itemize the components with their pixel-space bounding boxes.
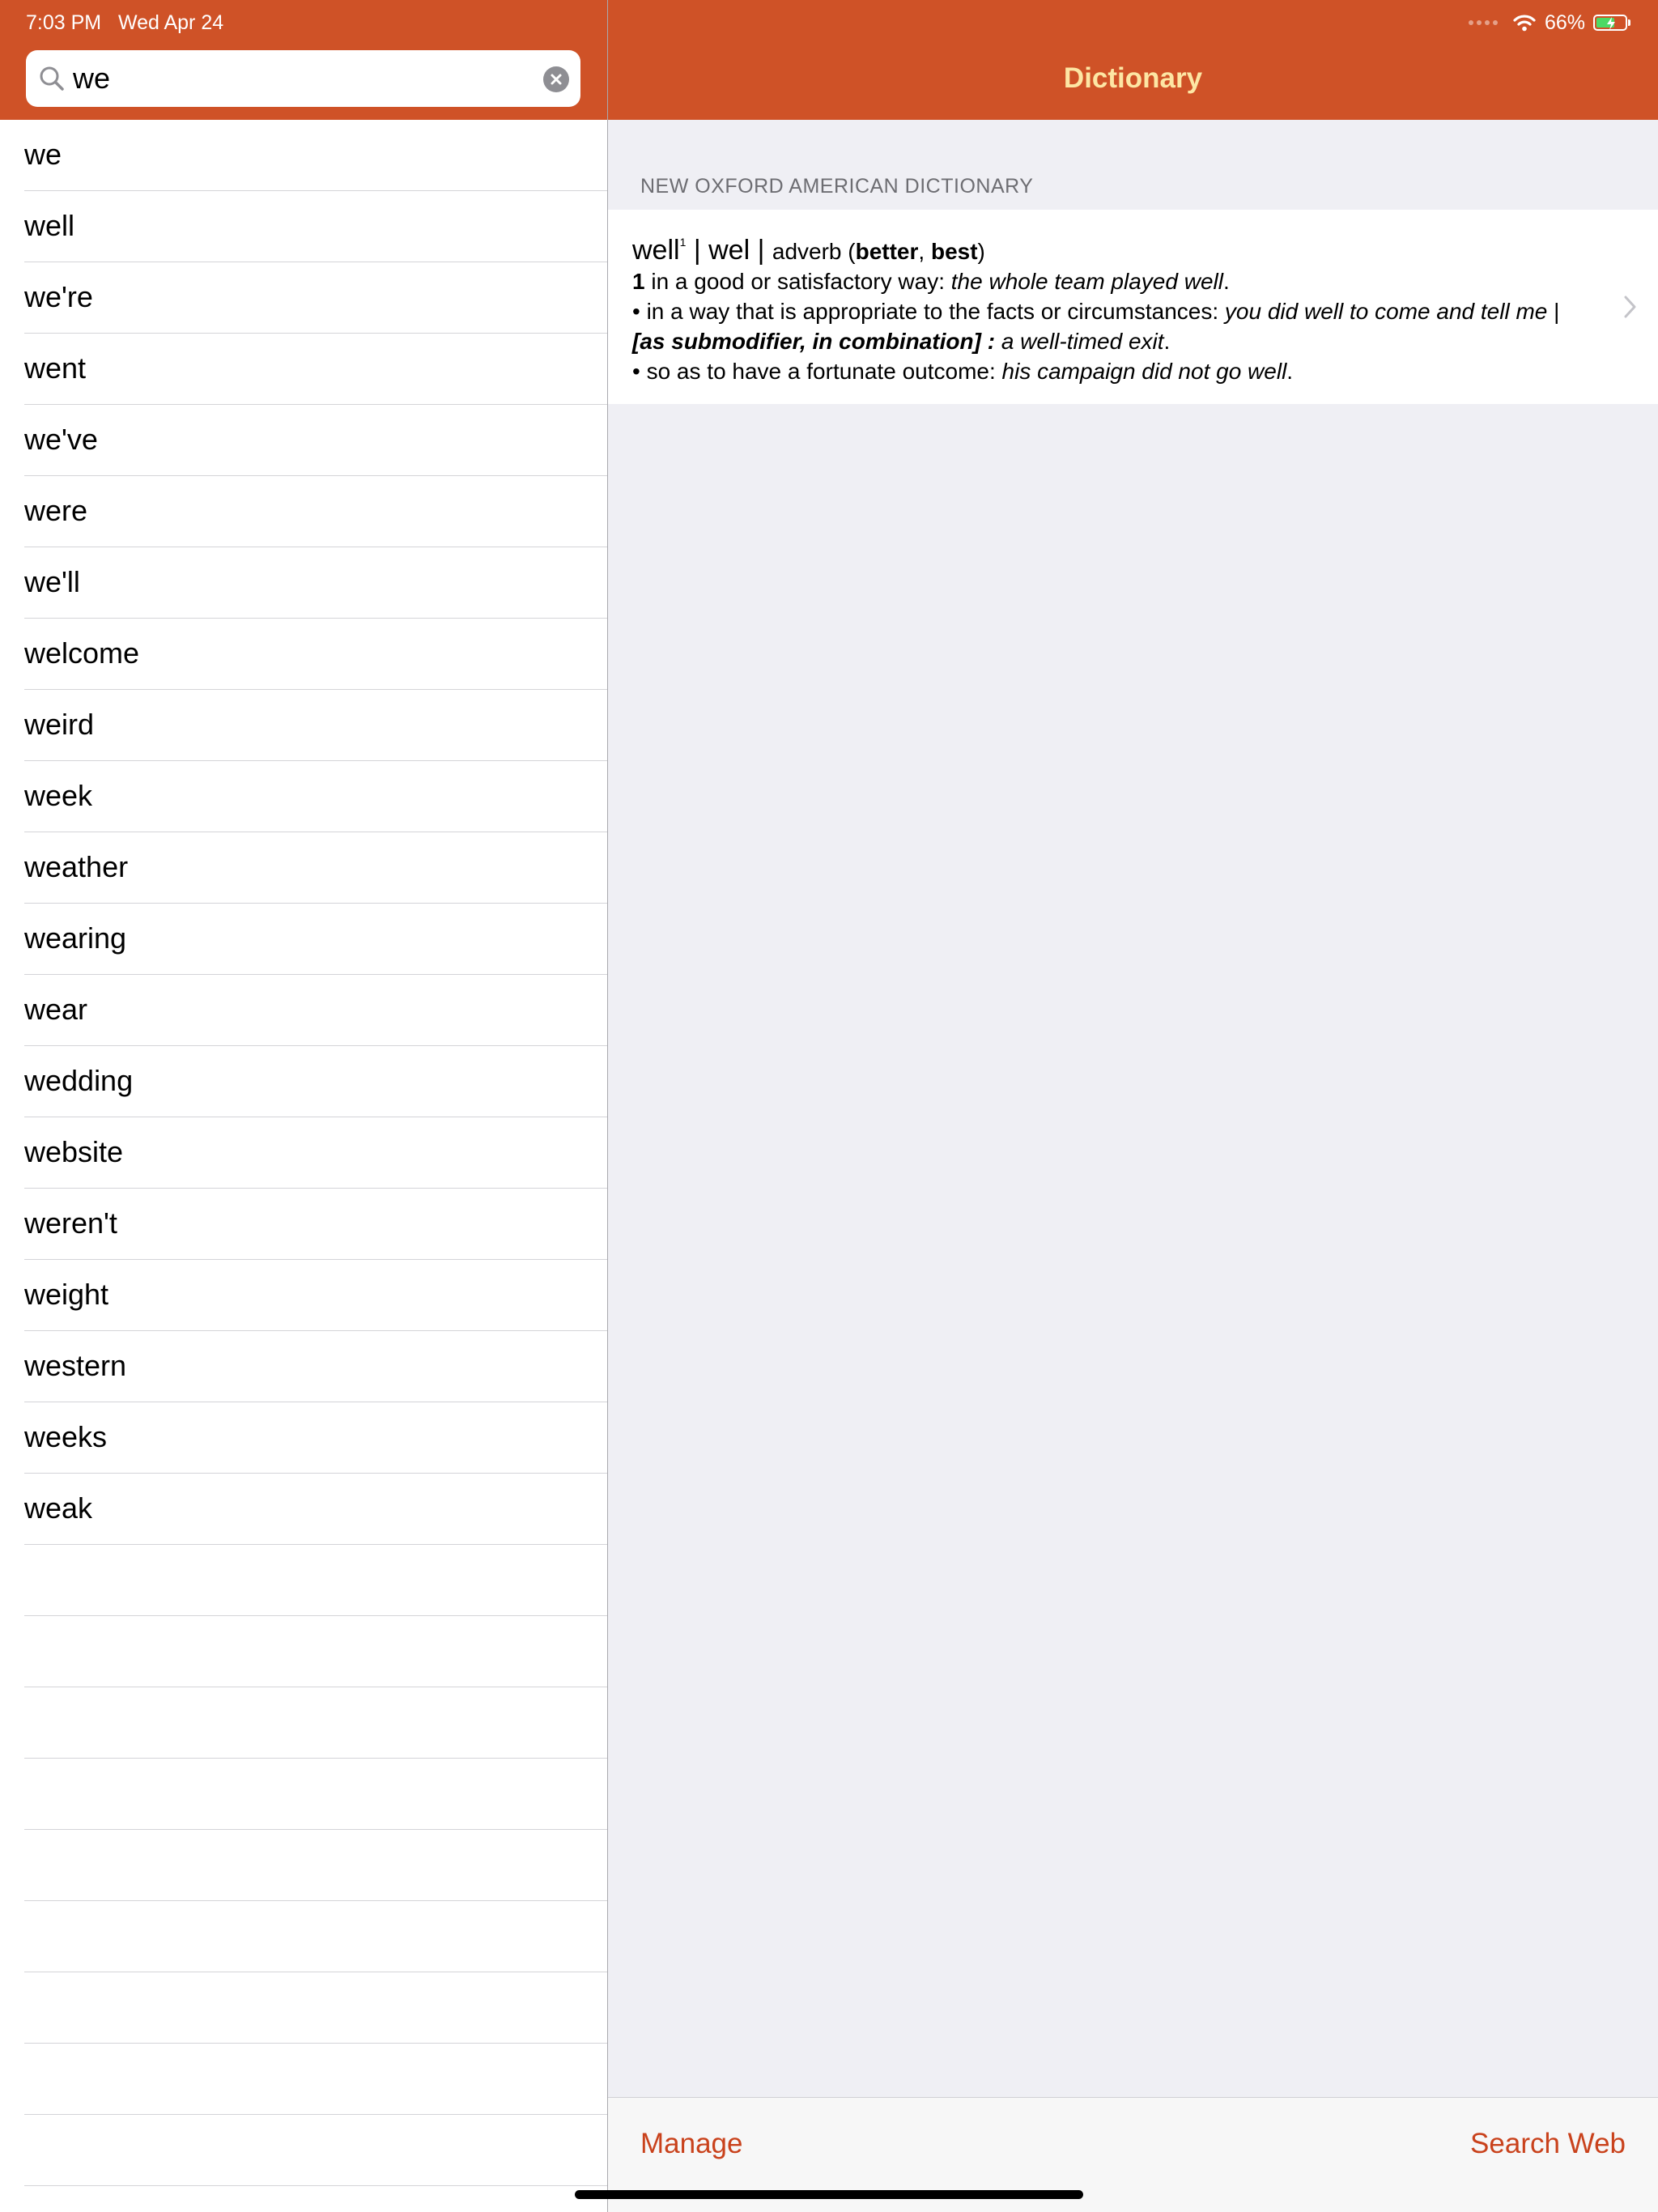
headword: well: [632, 235, 680, 266]
sense-definition: in a good or satisfactory way:: [644, 269, 951, 294]
superlative-form: best: [930, 239, 978, 264]
battery-charging-icon: [1593, 15, 1630, 31]
search-result-item[interactable]: week: [24, 761, 607, 832]
empty-list-row: [24, 2044, 607, 2115]
entry-headline: well1 | wel | adverb (better, best): [632, 228, 1563, 266]
search-result-item[interactable]: were: [24, 476, 607, 547]
status-indicators: 66%: [1468, 6, 1630, 39]
search-icon: [40, 66, 64, 91]
sense-example: the whole team played well: [950, 269, 1223, 294]
empty-list-row: [24, 1972, 607, 2044]
sense-example: you did well to come and tell me: [1224, 299, 1548, 324]
search-result-item[interactable]: weak: [24, 1474, 607, 1545]
comparative-form: better: [855, 239, 919, 264]
search-input[interactable]: [73, 50, 526, 107]
empty-list-row: [24, 2186, 607, 2212]
clear-icon: [551, 74, 562, 85]
status-date: Wed Apr 24: [117, 11, 224, 34]
punctuation: .: [1222, 269, 1230, 294]
empty-list-row: [24, 2115, 607, 2186]
empty-list-row: [24, 1545, 607, 1616]
search-result-item[interactable]: wear: [24, 975, 607, 1046]
search-bar[interactable]: [26, 50, 580, 107]
separator: |: [750, 235, 772, 266]
empty-list-row: [24, 1616, 607, 1687]
separator: |: [1547, 299, 1560, 324]
manage-button[interactable]: Manage: [640, 2124, 742, 2164]
dictionary-source-header: NEW OXFORD AMERICAN DICTIONARY: [640, 175, 1034, 198]
search-result-item[interactable]: western: [24, 1331, 607, 1402]
wifi-icon: [1513, 15, 1536, 32]
search-result-item[interactable]: weather: [24, 832, 607, 904]
page-title: Dictionary: [1063, 62, 1203, 94]
battery-percent: 66%: [1544, 11, 1585, 34]
search-web-button[interactable]: Search Web: [1470, 2124, 1626, 2164]
search-result-item[interactable]: we'll: [24, 547, 607, 619]
search-result-item[interactable]: we: [24, 120, 607, 191]
sense-definition: • so as to have a fortunate outcome:: [632, 359, 1002, 384]
paren: (: [841, 239, 856, 264]
sense-2: • in a way that is appropriate to the fa…: [632, 296, 1563, 356]
search-result-item[interactable]: wearing: [24, 904, 607, 975]
search-result-item[interactable]: wedding: [24, 1046, 607, 1117]
cellular-signal-icon: [1468, 20, 1498, 25]
search-result-item[interactable]: weren't: [24, 1189, 607, 1260]
sense-example: his campaign did not go well: [1001, 359, 1287, 384]
sense-3: • so as to have a fortunate outcome: his…: [632, 356, 1563, 386]
chevron-right-icon: [1624, 296, 1636, 318]
search-result-item[interactable]: weight: [24, 1260, 607, 1331]
punctuation: .: [1286, 359, 1294, 384]
search-results-list: we well we're went we've were we'll welcome weir…: [0, 120, 607, 2212]
sense-definition: • in a way that is appropriate to the fa…: [632, 299, 1225, 324]
search-result-item[interactable]: went: [24, 334, 607, 405]
search-result-item[interactable]: we're: [24, 262, 607, 334]
usage-note: [as submodifier, in combination] :: [632, 329, 1001, 354]
part-of-speech: adverb: [772, 239, 842, 264]
separator: |: [686, 235, 709, 266]
definition-entry[interactable]: well1 | wel | adverb (better, best) 1 in…: [608, 210, 1658, 404]
definition-text: well1 | wel | adverb (better, best) 1 in…: [632, 228, 1563, 386]
empty-list-row: [24, 1687, 607, 1759]
sense-number: 1: [632, 269, 645, 294]
search-result-item[interactable]: weird: [24, 690, 607, 761]
empty-list-row: [24, 1901, 607, 1972]
punctuation: .: [1163, 329, 1171, 354]
empty-list-row: [24, 1759, 607, 1830]
home-indicator[interactable]: [575, 2190, 1083, 2199]
pronunciation: wel: [708, 235, 750, 266]
status-time: 7:03 PM Wed Apr 24: [26, 6, 223, 39]
search-result-item[interactable]: website: [24, 1117, 607, 1189]
clear-search-button[interactable]: [543, 66, 569, 92]
search-result-item[interactable]: welcome: [24, 619, 607, 690]
comma: ,: [918, 239, 931, 264]
search-result-item[interactable]: we've: [24, 405, 607, 476]
empty-list-row: [24, 1830, 607, 1901]
search-result-item[interactable]: weeks: [24, 1402, 607, 1474]
status-clock: 7:03 PM: [26, 11, 102, 34]
search-result-item[interactable]: well: [24, 191, 607, 262]
sense-1: 1 in a good or satisfactory way: the who…: [632, 266, 1563, 296]
paren: ): [977, 239, 985, 264]
sense-example: a well-timed exit: [1001, 329, 1164, 354]
